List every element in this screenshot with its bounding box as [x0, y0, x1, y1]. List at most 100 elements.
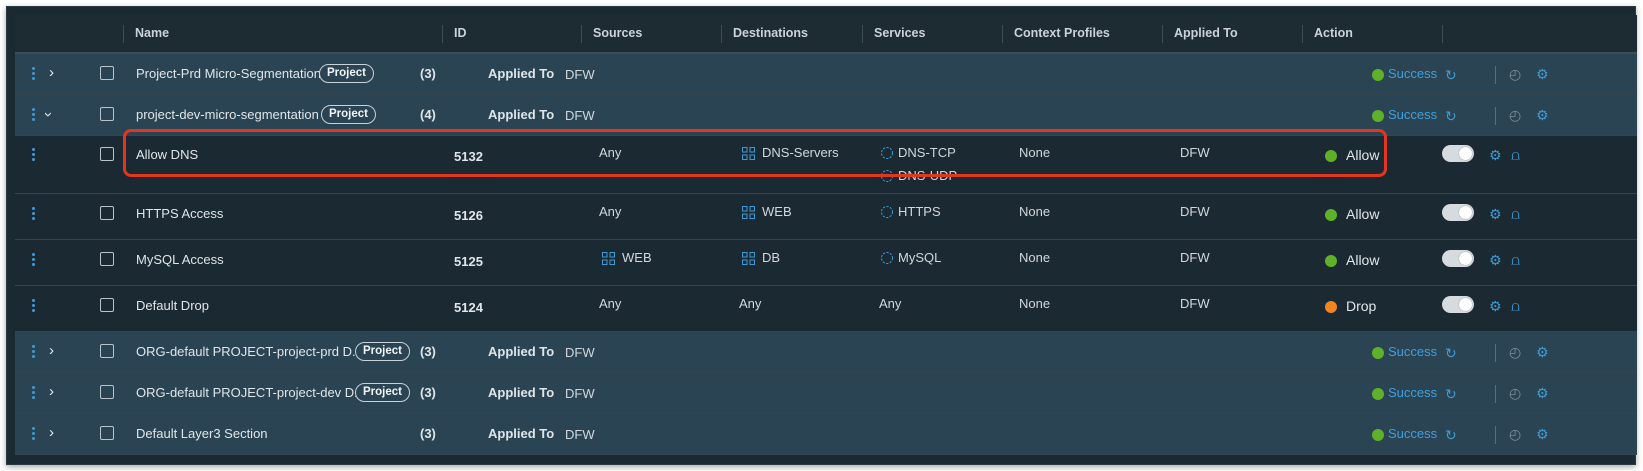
settings-gear-icon[interactable]: ⚙: [1489, 148, 1502, 162]
history-icon[interactable]: ◴: [1509, 427, 1521, 441]
history-icon[interactable]: ◴: [1509, 386, 1521, 400]
stats-chart-icon[interactable]: ⩍: [1511, 299, 1520, 313]
rule-service[interactable]: Any: [879, 296, 901, 311]
rule-applied-to[interactable]: DFW: [1180, 204, 1210, 219]
row-menu-icon[interactable]: [32, 253, 35, 268]
refresh-icon[interactable]: ↻: [1445, 387, 1457, 401]
row-menu-icon[interactable]: [32, 148, 35, 163]
col-destinations[interactable]: Destinations: [721, 15, 808, 52]
refresh-icon[interactable]: ↻: [1445, 346, 1457, 360]
history-icon[interactable]: ◴: [1509, 345, 1521, 359]
settings-gear-icon[interactable]: ⚙: [1489, 299, 1502, 313]
stats-chart-icon[interactable]: ⩍: [1511, 253, 1520, 267]
refresh-icon[interactable]: ↻: [1445, 68, 1457, 82]
history-icon[interactable]: ◴: [1509, 108, 1521, 122]
rule-sources[interactable]: Any: [599, 204, 621, 219]
col-services[interactable]: Services: [862, 15, 925, 52]
publish-status[interactable]: Success: [1388, 385, 1437, 400]
row-menu-icon[interactable]: [32, 386, 35, 401]
row-menu-icon[interactable]: [32, 345, 35, 360]
col-applied-to[interactable]: Applied To: [1162, 15, 1238, 52]
rule-name[interactable]: MySQL Access: [136, 252, 224, 267]
rule-enabled-toggle[interactable]: [1442, 204, 1474, 221]
row-checkbox[interactable]: [100, 66, 114, 80]
rule-action[interactable]: Drop: [1346, 298, 1376, 314]
row-checkbox[interactable]: [100, 206, 114, 220]
success-status-icon: [1372, 110, 1384, 122]
applied-to-value: DFW: [565, 386, 595, 401]
rule-name[interactable]: Default Drop: [136, 298, 209, 313]
chevron-right-icon[interactable]: ›: [49, 342, 54, 359]
rule-enabled-toggle[interactable]: [1442, 250, 1474, 267]
rule-count: (3): [420, 66, 436, 81]
rule-sources[interactable]: WEB: [622, 250, 652, 265]
rules-table: Name ID Sources Destinations Services Co…: [15, 15, 1637, 455]
section-row[interactable]: › Default Layer3 Section (3) Applied To …: [15, 414, 1637, 455]
row-checkbox[interactable]: [100, 426, 114, 440]
applied-to-label: Applied To: [488, 426, 555, 441]
rule-row[interactable]: HTTPS Access 5126 Any WEB HTTPS None DFW…: [15, 194, 1637, 240]
rule-count: (3): [420, 385, 436, 400]
publish-status[interactable]: Success: [1388, 66, 1437, 81]
publish-status[interactable]: Success: [1388, 426, 1437, 441]
publish-status[interactable]: Success: [1388, 107, 1437, 122]
settings-gear-icon[interactable]: ⚙: [1536, 67, 1549, 81]
history-icon[interactable]: ◴: [1509, 67, 1521, 81]
row-checkbox[interactable]: [100, 344, 114, 358]
project-badge: Project: [355, 383, 410, 402]
chevron-down-icon[interactable]: ›: [40, 112, 57, 117]
section-row[interactable]: › ORG-default PROJECT-project-dev D... P…: [15, 373, 1637, 414]
group-icon: [602, 252, 615, 265]
rule-applied-to[interactable]: DFW: [1180, 296, 1210, 311]
row-menu-icon[interactable]: [32, 67, 35, 82]
row-checkbox[interactable]: [100, 147, 114, 161]
rule-row[interactable]: Default Drop 5124 Any Any Any None DFW D…: [15, 286, 1637, 332]
refresh-icon[interactable]: ↻: [1445, 428, 1457, 442]
settings-gear-icon[interactable]: ⚙: [1536, 108, 1549, 122]
rule-sources[interactable]: Any: [599, 296, 621, 311]
rule-action[interactable]: Allow: [1346, 206, 1379, 222]
col-action[interactable]: Action: [1302, 15, 1353, 52]
row-menu-icon[interactable]: [32, 207, 35, 222]
publish-status[interactable]: Success: [1388, 344, 1437, 359]
settings-gear-icon[interactable]: ⚙: [1489, 207, 1502, 221]
rule-name[interactable]: HTTPS Access: [136, 206, 223, 221]
row-checkbox[interactable]: [100, 107, 114, 121]
rule-context-profile[interactable]: None: [1019, 296, 1050, 311]
section-row[interactable]: › Project-Prd Micro-Segmentation Project…: [15, 54, 1637, 95]
stats-chart-icon[interactable]: ⩍: [1511, 148, 1520, 162]
col-name[interactable]: Name: [123, 15, 169, 52]
row-checkbox[interactable]: [100, 298, 114, 312]
chevron-right-icon[interactable]: ›: [49, 424, 54, 441]
rule-destination[interactable]: Any: [739, 296, 761, 311]
settings-gear-icon[interactable]: ⚙: [1489, 253, 1502, 267]
rule-context-profile[interactable]: None: [1019, 204, 1050, 219]
rule-service[interactable]: MySQL: [898, 250, 941, 265]
settings-gear-icon[interactable]: ⚙: [1536, 427, 1549, 441]
row-menu-icon[interactable]: [32, 427, 35, 442]
section-row[interactable]: › ORG-default PROJECT-project-prd D... P…: [15, 332, 1637, 373]
row-checkbox[interactable]: [100, 385, 114, 399]
settings-gear-icon[interactable]: ⚙: [1536, 345, 1549, 359]
col-id[interactable]: ID: [442, 15, 467, 52]
stats-chart-icon[interactable]: ⩍: [1511, 207, 1520, 221]
rule-action[interactable]: Allow: [1346, 252, 1379, 268]
row-checkbox[interactable]: [100, 252, 114, 266]
refresh-icon[interactable]: ↻: [1445, 109, 1457, 123]
rule-enabled-toggle[interactable]: [1442, 296, 1474, 313]
rule-service[interactable]: HTTPS: [898, 204, 941, 219]
col-context-profiles[interactable]: Context Profiles: [1002, 15, 1110, 52]
col-sources[interactable]: Sources: [581, 15, 642, 52]
rule-destination[interactable]: WEB: [762, 204, 792, 219]
settings-gear-icon[interactable]: ⚙: [1536, 386, 1549, 400]
row-menu-icon[interactable]: [32, 108, 35, 123]
rule-row[interactable]: MySQL Access 5125 WEB DB MySQL None DFW …: [15, 240, 1637, 286]
rule-context-profile[interactable]: None: [1019, 250, 1050, 265]
rule-destination[interactable]: DB: [762, 250, 780, 265]
chevron-right-icon[interactable]: ›: [49, 383, 54, 400]
rule-applied-to[interactable]: DFW: [1180, 250, 1210, 265]
rule-enabled-toggle[interactable]: [1442, 145, 1474, 162]
row-menu-icon[interactable]: [32, 299, 35, 314]
chevron-right-icon[interactable]: ›: [49, 64, 54, 81]
success-status-icon: [1372, 347, 1384, 359]
